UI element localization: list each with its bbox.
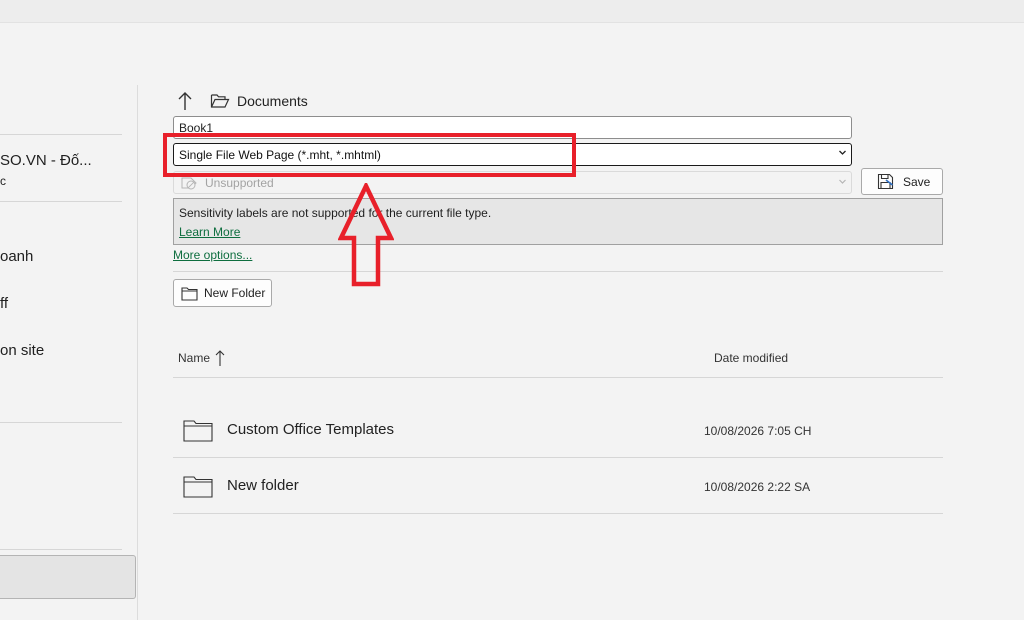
- item-name: New folder: [227, 477, 299, 494]
- save-button-label: Save: [903, 174, 931, 189]
- more-options-link[interactable]: More options...: [173, 248, 252, 262]
- current-folder-label[interactable]: Documents: [237, 93, 308, 109]
- left-separator: [0, 134, 122, 135]
- sensitivity-value: Unsupported: [205, 176, 274, 190]
- new-folder-label: New Folder: [204, 286, 266, 300]
- left-item-selected[interactable]: [0, 555, 136, 599]
- save-icon: [877, 173, 894, 190]
- info-message: Sensitivity labels are not supported for…: [179, 206, 492, 220]
- list-item[interactable]: New folder 10/08/2026 2:22 SA: [173, 458, 943, 514]
- sort-up-icon: [215, 350, 225, 366]
- new-folder-button[interactable]: New Folder: [173, 279, 272, 307]
- divider: [173, 377, 943, 378]
- no-sensitivity-icon: [181, 177, 197, 190]
- learn-more-link[interactable]: Learn More: [179, 225, 240, 239]
- item-date: 10/08/2026 2:22 SA: [704, 480, 811, 494]
- left-separator: [0, 201, 122, 202]
- folder-open-icon: [210, 94, 230, 108]
- column-header-name[interactable]: Name: [178, 346, 225, 370]
- left-separator: [0, 549, 122, 550]
- breadcrumb: Documents: [174, 88, 308, 114]
- divider: [173, 513, 943, 514]
- divider: [173, 271, 943, 272]
- sensitivity-info-banner: Sensitivity labels are not supported for…: [173, 198, 943, 245]
- left-item-site-title[interactable]: SO.VN - Đố...: [0, 152, 92, 169]
- left-item-site-subtitle: c: [0, 174, 6, 188]
- list-item[interactable]: Custom Office Templates 10/08/2026 7:05 …: [173, 402, 943, 458]
- window-top-bar: [0, 0, 1024, 23]
- chevron-down-icon: [839, 179, 846, 184]
- column-name-label: Name: [178, 351, 211, 365]
- annotation-up-arrow-icon: [338, 183, 394, 287]
- folder-icon: [183, 420, 213, 442]
- left-item-location-2[interactable]: ff: [0, 295, 8, 312]
- column-header-date-modified[interactable]: Date modified: [714, 351, 788, 365]
- folder-icon: [183, 476, 213, 498]
- chevron-down-icon: [839, 150, 846, 155]
- item-date: 10/08/2026 7:05 CH: [704, 424, 812, 438]
- left-separator: [0, 422, 122, 423]
- folder-icon: [181, 286, 198, 301]
- save-button[interactable]: Save: [861, 168, 943, 195]
- pane-divider: [137, 85, 138, 620]
- left-item-location-1[interactable]: oanh: [0, 248, 33, 265]
- item-name: Custom Office Templates: [227, 421, 395, 438]
- up-arrow-icon[interactable]: [174, 88, 196, 114]
- annotation-highlight-box: [163, 133, 576, 177]
- left-item-location-3[interactable]: on site: [0, 342, 44, 359]
